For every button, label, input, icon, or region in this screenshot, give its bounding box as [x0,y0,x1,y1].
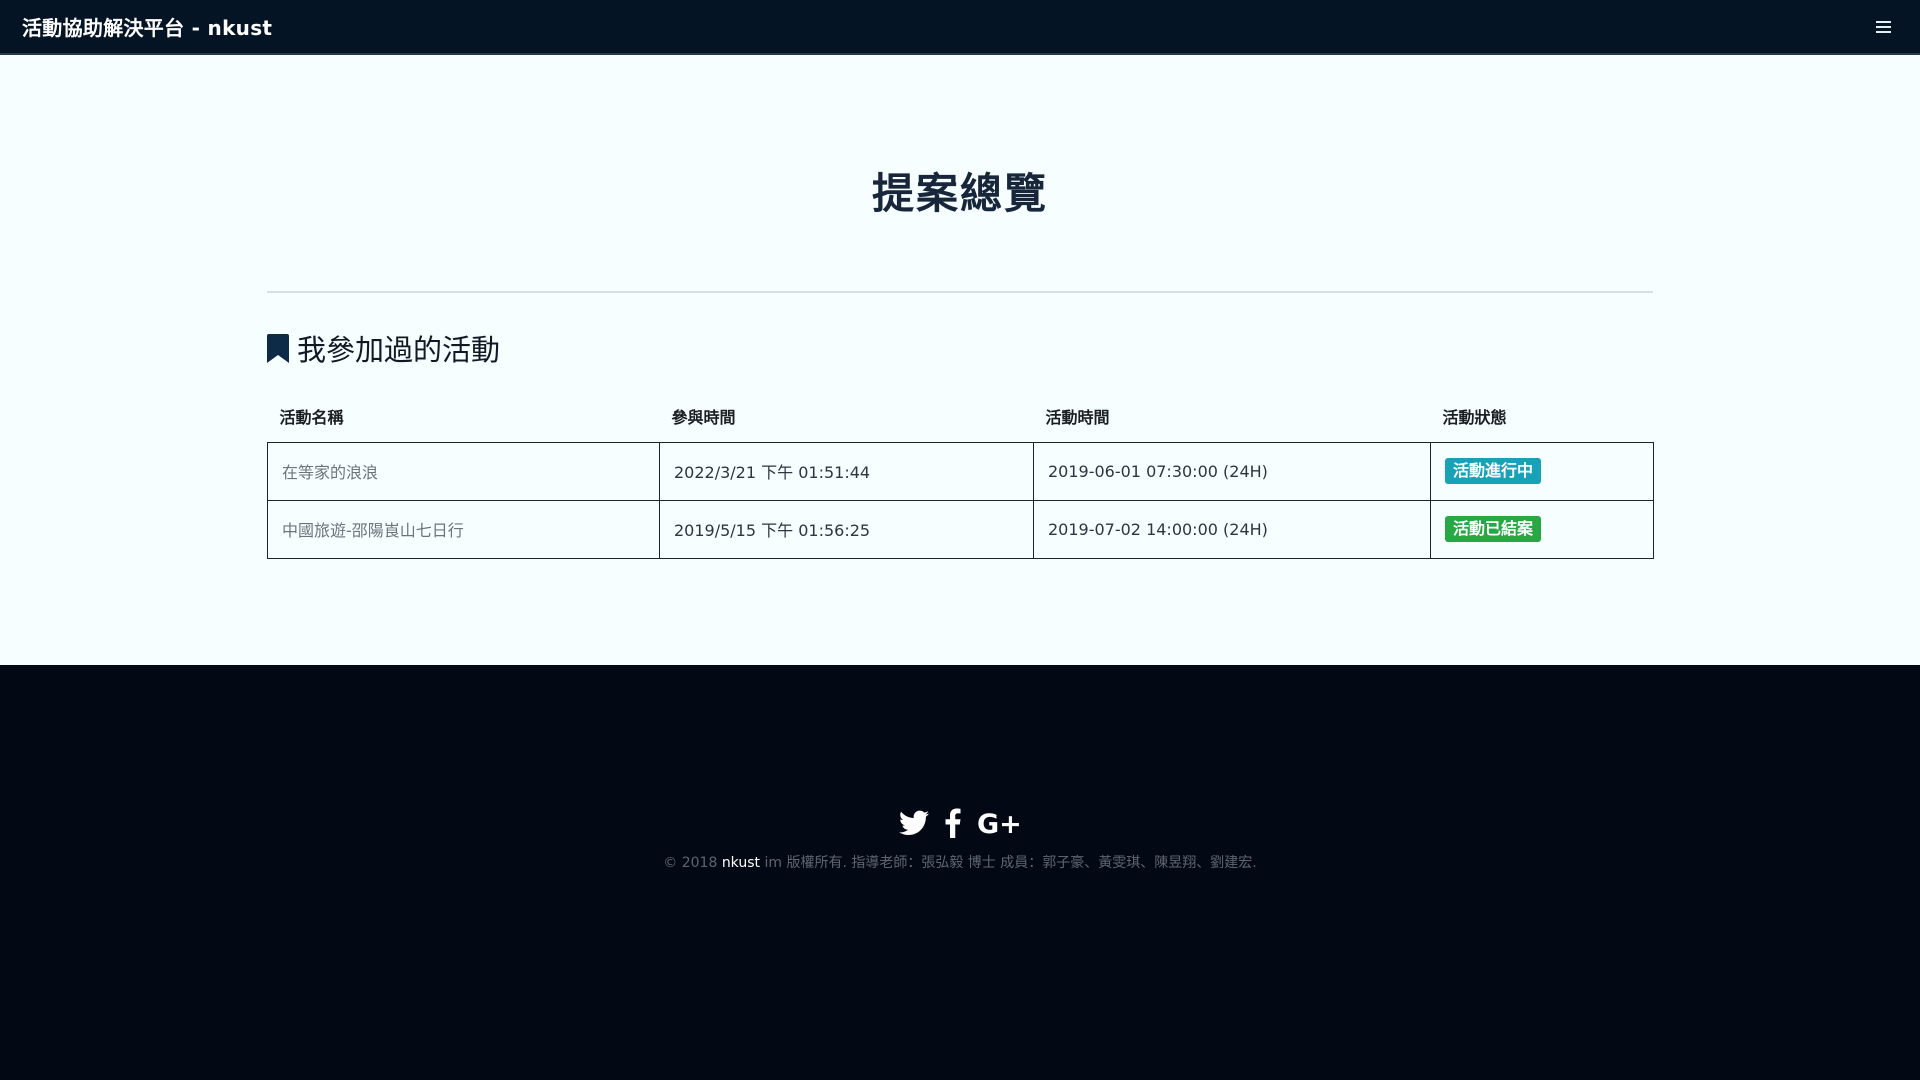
page-title: 提案總覽 [871,169,1048,218]
status-badge: 活動已結案 [1445,516,1542,542]
column-header-status: 活動狀態 [1442,407,1507,427]
section-divider [267,291,1653,293]
top-navbar: 活動協助解決平台 - nkust [0,0,1920,55]
copyright-text: © 2018 nkust im 版權所有. 指導老師：張弘毅 博士 成員：郭子豪… [0,852,1920,872]
svg-text:G+: G+ [977,809,1021,837]
activities-table-wrapper: 活動名稱 參與時間 活動時間 活動狀態 在等家的浪浪 2022/3/21 下午 … [267,390,1654,559]
brand-link[interactable]: 活動協助解決平台 - nkust [22,12,272,41]
google-plus-icon[interactable]: G+ [977,809,1021,837]
activity-name-link[interactable]: 中國旅遊-邵陽崀山七日行 [282,521,464,540]
join-time-cell: 2019/5/15 下午 01:56:25 [659,499,1034,559]
table-row: 在等家的浪浪 2022/3/21 下午 01:51:44 2019-06-01 … [267,441,1654,501]
status-badge: 活動進行中 [1445,458,1542,484]
section-heading-text: 我參加過的活動 [297,333,501,367]
footer: G+ © 2018 nkust im 版權所有. 指導老師：張弘毅 博士 成員：… [0,665,1920,1080]
activity-name-cell: 在等家的浪浪 [267,441,660,501]
activity-name-cell: 中國旅遊-邵陽崀山七日行 [267,499,660,559]
copyright-prefix: © 2018 [663,855,722,871]
table-row: 中國旅遊-邵陽崀山七日行 2019/5/15 下午 01:56:25 2019-… [267,499,1654,559]
join-time-cell: 2022/3/21 下午 01:51:44 [659,441,1034,501]
table-header-row: 活動名稱 參與時間 活動時間 活動狀態 [268,390,1654,442]
column-header-name: 活動名稱 [279,407,344,427]
main-content: 提案總覽 我參加過的活動 活動名稱 參與時間 活動時間 活動狀態 在等家的浪浪 … [0,55,1920,665]
section-heading: 我參加過的活動 [267,327,500,369]
copyright-org: nkust [721,855,761,871]
status-cell: 活動進行中 [1430,441,1654,501]
event-time-cell: 2019-06-01 07:30:00 (24H) [1033,441,1431,501]
social-links: G+ [0,808,1920,838]
activities-table: 活動名稱 參與時間 活動時間 活動狀態 在等家的浪浪 2022/3/21 下午 … [267,390,1654,559]
bookmark-icon [267,333,289,363]
copyright-suffix: im 版權所有. 指導老師：張弘毅 博士 成員：郭子豪、黃雯琪、陳昱翔、劉建宏. [760,855,1257,871]
hamburger-menu-icon[interactable] [1868,12,1898,42]
twitter-icon[interactable] [899,810,929,836]
event-time-cell: 2019-07-02 14:00:00 (24H) [1033,499,1431,559]
facebook-icon[interactable] [945,808,961,838]
activity-name-link[interactable]: 在等家的浪浪 [282,463,378,482]
column-header-join-time: 參與時間 [671,407,736,427]
status-cell: 活動已結案 [1430,499,1654,559]
column-header-event-time: 活動時間 [1045,407,1110,427]
